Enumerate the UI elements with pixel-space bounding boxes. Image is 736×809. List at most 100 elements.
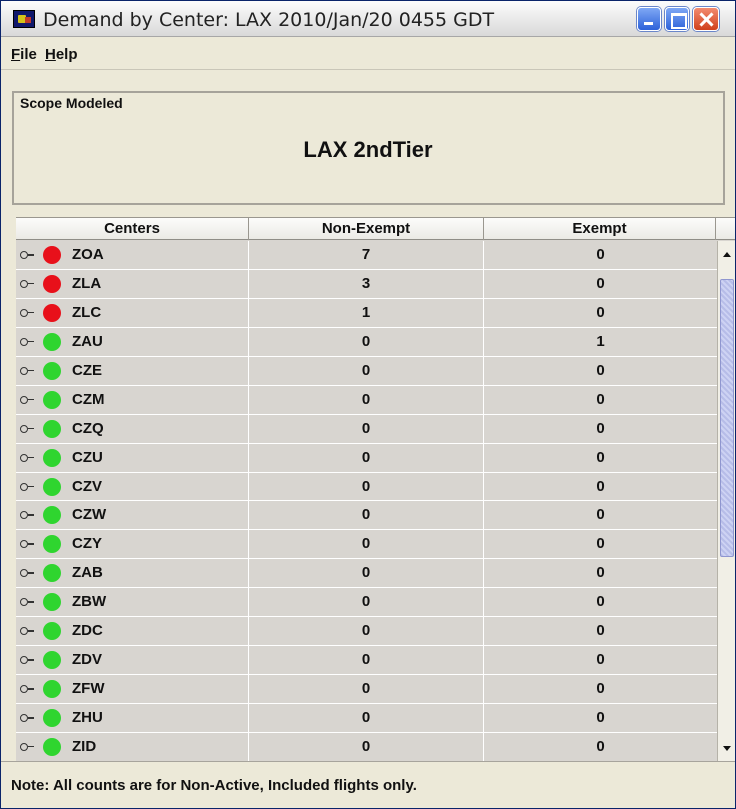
table-row[interactable]: CZM 0 0 <box>16 385 717 415</box>
table-row[interactable]: ZFW 0 0 <box>16 675 717 704</box>
table-row[interactable]: ZDV 0 0 <box>16 646 717 676</box>
center-cell[interactable]: ZOA <box>16 241 249 269</box>
table-row[interactable]: ZOA 7 0 <box>16 241 717 270</box>
non-exempt-cell[interactable]: 0 <box>249 675 484 704</box>
center-cell[interactable]: CZY <box>16 530 249 559</box>
scroll-up-arrow-icon[interactable] <box>720 247 734 261</box>
table-row[interactable]: CZE 0 0 <box>16 356 717 386</box>
exempt-cell[interactable]: 0 <box>484 473 717 501</box>
table-row[interactable]: ZLC 1 0 <box>16 298 717 328</box>
menu-file[interactable]: File <box>11 46 37 63</box>
app-icon[interactable] <box>13 10 35 28</box>
non-exempt-cell[interactable]: 0 <box>249 356 484 385</box>
minimize-button[interactable] <box>637 7 661 31</box>
non-exempt-cell[interactable]: 7 <box>249 241 484 269</box>
column-header-exempt[interactable]: Exempt <box>484 218 716 240</box>
expand-key-icon[interactable] <box>20 655 34 665</box>
non-exempt-cell[interactable]: 0 <box>249 530 484 559</box>
close-button[interactable] <box>693 7 719 31</box>
exempt-cell[interactable]: 0 <box>484 270 717 298</box>
expand-key-icon[interactable] <box>20 626 34 636</box>
center-cell[interactable]: CZQ <box>16 414 249 443</box>
expand-key-icon[interactable] <box>20 597 34 607</box>
expand-key-icon[interactable] <box>20 366 34 376</box>
table-row[interactable]: ZHU 0 0 <box>16 704 717 733</box>
center-cell[interactable]: ZHU <box>16 704 249 732</box>
center-cell[interactable]: ZDC <box>16 617 249 646</box>
non-exempt-cell[interactable]: 0 <box>249 443 484 472</box>
expand-key-icon[interactable] <box>20 250 34 260</box>
center-cell[interactable]: ZID <box>16 732 249 761</box>
exempt-cell[interactable]: 0 <box>484 559 717 587</box>
non-exempt-cell[interactable]: 3 <box>249 269 484 298</box>
expand-key-icon[interactable] <box>20 395 34 405</box>
table-row[interactable]: CZV 0 0 <box>16 472 717 502</box>
non-exempt-cell[interactable]: 0 <box>249 588 484 617</box>
center-cell[interactable]: ZFW <box>16 675 249 704</box>
column-header-non-exempt[interactable]: Non-Exempt <box>249 218 484 240</box>
exempt-cell[interactable]: 0 <box>484 617 717 645</box>
center-cell[interactable]: CZU <box>16 443 249 472</box>
expand-key-icon[interactable] <box>20 713 34 723</box>
exempt-cell[interactable]: 0 <box>484 530 717 558</box>
expand-key-icon[interactable] <box>20 684 34 694</box>
column-header-centers[interactable]: Centers <box>16 218 249 240</box>
exempt-cell[interactable]: 0 <box>484 415 717 443</box>
center-cell[interactable]: CZM <box>16 385 249 414</box>
exempt-cell[interactable]: 0 <box>484 588 717 616</box>
table-row[interactable]: ZLA 3 0 <box>16 269 717 299</box>
vertical-scrollbar[interactable] <box>717 241 735 762</box>
expand-key-icon[interactable] <box>20 337 34 347</box>
exempt-cell[interactable]: 0 <box>484 444 717 472</box>
expand-key-icon[interactable] <box>20 279 34 289</box>
non-exempt-cell[interactable]: 0 <box>249 704 484 732</box>
non-exempt-cell[interactable]: 1 <box>249 298 484 327</box>
exempt-cell[interactable]: 0 <box>484 733 717 761</box>
non-exempt-cell[interactable]: 0 <box>249 559 484 588</box>
center-cell[interactable]: ZDV <box>16 646 249 675</box>
expand-key-icon[interactable] <box>20 510 34 520</box>
scroll-down-arrow-icon[interactable] <box>720 742 734 756</box>
exempt-cell[interactable]: 0 <box>484 357 717 385</box>
center-cell[interactable]: ZAU <box>16 327 249 356</box>
center-cell[interactable]: ZLC <box>16 298 249 327</box>
table-row[interactable]: CZW 0 0 <box>16 501 717 531</box>
expand-key-icon[interactable] <box>20 482 34 492</box>
exempt-cell[interactable]: 1 <box>484 328 717 356</box>
table-row[interactable]: CZU 0 0 <box>16 443 717 473</box>
expand-key-icon[interactable] <box>20 424 34 434</box>
center-cell[interactable]: CZW <box>16 501 249 530</box>
exempt-cell[interactable]: 0 <box>484 704 717 732</box>
title-bar[interactable]: Demand by Center: LAX 2010/Jan/20 0455 G… <box>1 1 735 37</box>
expand-key-icon[interactable] <box>20 453 34 463</box>
non-exempt-cell[interactable]: 0 <box>249 646 484 675</box>
menu-help[interactable]: Help <box>45 46 78 63</box>
non-exempt-cell[interactable]: 0 <box>249 472 484 501</box>
scrollbar-thumb[interactable] <box>720 279 734 557</box>
center-cell[interactable]: CZE <box>16 356 249 385</box>
non-exempt-cell[interactable]: 0 <box>249 385 484 414</box>
center-cell[interactable]: ZLA <box>16 269 249 298</box>
expand-key-icon[interactable] <box>20 742 34 752</box>
exempt-cell[interactable]: 0 <box>484 241 717 269</box>
non-exempt-cell[interactable]: 0 <box>249 327 484 356</box>
exempt-cell[interactable]: 0 <box>484 675 717 703</box>
non-exempt-cell[interactable]: 0 <box>249 414 484 443</box>
table-row[interactable]: ZDC 0 0 <box>16 617 717 647</box>
maximize-button[interactable] <box>665 7 689 31</box>
non-exempt-cell[interactable]: 0 <box>249 732 484 761</box>
table-row[interactable]: ZBW 0 0 <box>16 588 717 618</box>
center-cell[interactable]: ZBW <box>16 588 249 617</box>
expand-key-icon[interactable] <box>20 308 34 318</box>
table-row[interactable]: ZAU 0 1 <box>16 327 717 357</box>
expand-key-icon[interactable] <box>20 568 34 578</box>
table-row[interactable]: CZY 0 0 <box>16 530 717 560</box>
non-exempt-cell[interactable]: 0 <box>249 501 484 530</box>
table-row[interactable]: CZQ 0 0 <box>16 414 717 444</box>
exempt-cell[interactable]: 0 <box>484 501 717 529</box>
expand-key-icon[interactable] <box>20 539 34 549</box>
exempt-cell[interactable]: 0 <box>484 386 717 414</box>
exempt-cell[interactable]: 0 <box>484 299 717 327</box>
table-row[interactable]: ZAB 0 0 <box>16 559 717 589</box>
non-exempt-cell[interactable]: 0 <box>249 617 484 646</box>
